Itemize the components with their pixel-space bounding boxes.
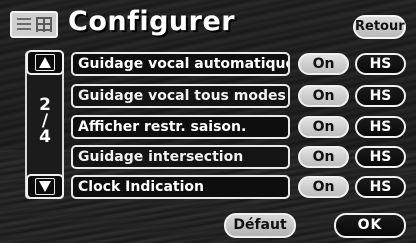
triangle-down-icon bbox=[39, 181, 51, 192]
configurer-screen: Configurer Retour 2 / 4 Guidage vocal au… bbox=[0, 0, 416, 243]
setting-label-clock-indication: Clock Indication bbox=[71, 175, 290, 199]
page-total: 4 bbox=[39, 127, 51, 147]
setting-hs-button[interactable]: HS bbox=[355, 116, 406, 138]
menu-grid-icon[interactable] bbox=[10, 11, 58, 38]
setting-hs-button[interactable]: HS bbox=[355, 176, 406, 198]
page-title: Configurer bbox=[68, 6, 236, 37]
setting-on-button[interactable]: On bbox=[298, 176, 349, 198]
setting-label-guidage-intersection: Guidage intersection bbox=[71, 145, 290, 169]
setting-on-button[interactable]: On bbox=[298, 116, 349, 138]
scroll-up-frame bbox=[35, 54, 55, 71]
menu-grid bbox=[36, 17, 52, 32]
setting-on-button[interactable]: On bbox=[298, 146, 349, 168]
setting-label-afficher-restr-saison: Afficher restr. saison. bbox=[71, 115, 290, 139]
scroll-down-frame bbox=[35, 178, 55, 195]
ok-button[interactable]: OK bbox=[334, 213, 406, 238]
default-button[interactable]: Défaut bbox=[224, 213, 296, 238]
setting-label-guidage-vocal-automatique: Guidage vocal automatique bbox=[71, 52, 290, 76]
scroll-up-button[interactable] bbox=[26, 50, 64, 75]
setting-hs-button[interactable]: HS bbox=[355, 146, 406, 168]
page-indicator: 2 / 4 bbox=[26, 97, 64, 147]
setting-on-button[interactable]: On bbox=[298, 85, 349, 107]
scroll-down-button[interactable] bbox=[26, 174, 64, 199]
triangle-up-icon bbox=[39, 57, 51, 68]
setting-label-guidage-vocal-tous-modes: Guidage vocal tous modes bbox=[71, 84, 290, 108]
menu-lines bbox=[17, 18, 31, 31]
setting-hs-button[interactable]: HS bbox=[355, 53, 406, 75]
retour-button[interactable]: Retour bbox=[353, 15, 406, 39]
setting-hs-button[interactable]: HS bbox=[355, 85, 406, 107]
setting-on-button[interactable]: On bbox=[298, 53, 349, 75]
